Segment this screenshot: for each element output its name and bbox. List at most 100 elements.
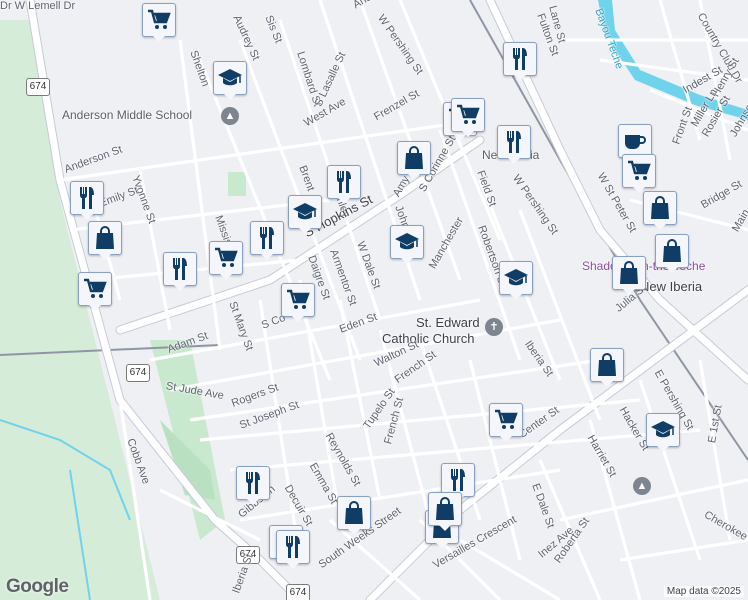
restaurant-icon — [497, 125, 531, 159]
shopping-bag-icon — [590, 348, 624, 382]
marker-pointer — [400, 257, 414, 264]
map-marker[interactable] — [88, 221, 122, 261]
shopping-bag-icon — [88, 221, 122, 255]
school-icon — [390, 225, 424, 259]
marker-pointer — [80, 213, 94, 220]
marker-pointer — [152, 35, 166, 42]
map-marker[interactable] — [397, 141, 431, 181]
map-marker[interactable] — [646, 413, 680, 453]
shopping-bag-icon — [643, 191, 677, 225]
marker-pointer — [291, 315, 305, 322]
school-icon — [499, 261, 533, 295]
marker-pointer — [653, 223, 667, 230]
marker-pointer — [499, 435, 513, 442]
church-label-line2[interactable]: Catholic Church — [382, 331, 475, 346]
school-icon — [646, 413, 680, 447]
map-marker[interactable] — [236, 466, 270, 506]
map-marker[interactable] — [163, 252, 197, 292]
map-attribution[interactable]: Map data ©2025 — [663, 586, 744, 597]
map-marker[interactable] — [70, 181, 104, 221]
map-marker[interactable] — [503, 42, 537, 82]
marker-pointer — [513, 74, 527, 81]
map-marker[interactable] — [390, 225, 424, 265]
marker-pointer — [656, 445, 670, 452]
grocery-icon — [281, 283, 315, 317]
restaurant-icon — [236, 466, 270, 500]
school-poi-icon[interactable]: ▲ — [221, 107, 239, 125]
restaurant-icon — [163, 252, 197, 286]
school-icon — [288, 195, 322, 229]
grocery-icon — [78, 272, 112, 306]
map-marker[interactable] — [622, 154, 656, 194]
shopping-bag-icon — [612, 256, 646, 290]
map-marker[interactable] — [451, 98, 485, 138]
map-marker[interactable] — [276, 530, 310, 570]
marker-pointer — [461, 130, 475, 137]
marker-pointer — [407, 173, 421, 180]
map-marker[interactable] — [142, 3, 176, 43]
city-label: New Iberia — [640, 279, 703, 294]
marker-pointer — [260, 253, 274, 260]
shopping-bag-icon — [397, 141, 431, 175]
shopping-bag-icon — [428, 492, 462, 526]
map-marker[interactable] — [643, 191, 677, 231]
marker-pointer — [337, 197, 351, 204]
map-marker[interactable] — [590, 348, 624, 388]
map-marker[interactable] — [281, 283, 315, 323]
shopping-bag-icon — [655, 234, 689, 268]
street-label: Dr W Lemell Dr — [0, 0, 76, 12]
map-marker[interactable] — [497, 125, 531, 165]
marker-pointer — [435, 542, 449, 549]
highway-674-shield: 674 — [286, 584, 310, 600]
grocery-icon — [209, 241, 243, 275]
church-poi-icon[interactable]: ✝ — [485, 318, 503, 336]
restaurant-icon — [327, 165, 361, 199]
marker-pointer — [88, 304, 102, 311]
map-marker[interactable] — [250, 221, 284, 261]
marker-pointer — [286, 562, 300, 569]
school-poi-icon[interactable]: ▲ — [633, 477, 651, 495]
map-marker[interactable] — [213, 61, 247, 101]
map-marker[interactable] — [288, 195, 322, 235]
marker-pointer — [219, 273, 233, 280]
marker-pointer — [509, 293, 523, 300]
shopping-bag-icon — [337, 496, 371, 530]
restaurant-icon — [276, 530, 310, 564]
school-icon — [213, 61, 247, 95]
cafe-icon — [618, 124, 652, 158]
map-marker[interactable] — [337, 496, 371, 536]
marker-pointer — [632, 186, 646, 193]
restaurant-icon — [70, 181, 104, 215]
grocery-icon — [622, 154, 656, 188]
grocery-icon — [451, 98, 485, 132]
marker-pointer — [438, 524, 452, 531]
marker-pointer — [347, 528, 361, 535]
marker-pointer — [98, 253, 112, 260]
school-label[interactable]: Anderson Middle School — [62, 108, 192, 122]
marker-pointer — [665, 266, 679, 273]
map-marker[interactable] — [428, 492, 462, 532]
marker-pointer — [298, 227, 312, 234]
marker-pointer — [622, 288, 636, 295]
marker-pointer — [246, 498, 260, 505]
marker-pointer — [173, 284, 187, 291]
map-marker[interactable] — [499, 261, 533, 301]
map-marker[interactable] — [209, 241, 243, 281]
marker-pointer — [223, 93, 237, 100]
map-marker[interactable] — [655, 234, 689, 274]
google-logo: Google — [6, 576, 69, 597]
restaurant-icon — [250, 221, 284, 255]
marker-pointer — [507, 157, 521, 164]
map-marker[interactable] — [327, 165, 361, 205]
map-marker[interactable] — [612, 256, 646, 296]
restaurant-icon — [503, 42, 537, 76]
church-label-line1[interactable]: St. Edward — [416, 315, 480, 330]
grocery-icon — [142, 3, 176, 37]
highway-674-shield: 674 — [126, 364, 150, 382]
map-marker[interactable] — [489, 403, 523, 443]
highway-674-shield: 674 — [26, 78, 50, 96]
marker-pointer — [600, 380, 614, 387]
grocery-icon — [489, 403, 523, 437]
map-marker[interactable] — [78, 272, 112, 312]
map-canvas[interactable]: 674 674 674 674 182 Anderson Middle Scho… — [0, 0, 748, 600]
